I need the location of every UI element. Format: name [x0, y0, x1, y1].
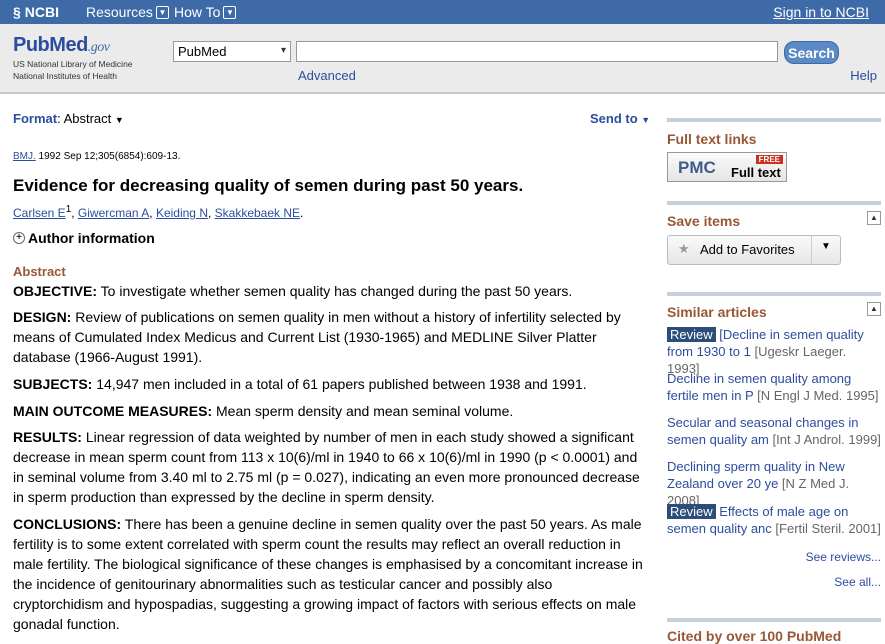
- logo-med: Med: [49, 34, 88, 56]
- see-reviews-link[interactable]: See reviews...: [806, 550, 881, 564]
- collapse-icon[interactable]: ▲: [867, 211, 881, 225]
- button-divider: [811, 236, 812, 264]
- section-text: Review of publications on semen quality …: [13, 309, 621, 365]
- pmc-full-text-button[interactable]: PMC FREE Full text: [667, 152, 787, 182]
- cited-by-title: Cited by over 100 PubMed: [667, 628, 842, 644]
- logo-pub: Pub: [13, 34, 50, 56]
- help-link[interactable]: Help: [850, 68, 877, 83]
- add-to-favorites-button[interactable]: ★ Add to Favorites ▼: [667, 235, 841, 265]
- resources-label: Resources: [86, 4, 153, 20]
- author-link[interactable]: Carlsen E: [13, 206, 66, 220]
- section-label: CONCLUSIONS:: [13, 516, 122, 532]
- section-text: 14,947 men included in a total of 61 pap…: [92, 376, 587, 392]
- similar-article-item[interactable]: Declining sperm quality in New Zealand o…: [667, 458, 881, 509]
- add-to-favorites-label: Add to Favorites: [700, 242, 795, 257]
- ncbi-helix-icon: §: [13, 4, 21, 20]
- see-all-link[interactable]: See all...: [834, 575, 881, 589]
- chevron-down-icon: ▼: [114, 115, 124, 125]
- similar-article-source: [Int J Androl. 1999]: [772, 432, 881, 447]
- full-text-links-title: Full text links: [667, 131, 757, 147]
- section-label: MAIN OUTCOME MEASURES:: [13, 403, 213, 419]
- resources-menu[interactable]: Resources ▼: [86, 4, 169, 20]
- howto-label: How To: [174, 4, 221, 20]
- section-label: OBJECTIVE:: [13, 283, 98, 299]
- format-label: Format: [13, 111, 58, 126]
- section-label: RESULTS:: [13, 429, 82, 445]
- author-link[interactable]: Skakkebaek NE: [215, 206, 300, 220]
- search-input[interactable]: [296, 41, 778, 62]
- format-value: Abstract: [63, 111, 112, 126]
- section-text: Mean sperm density and mean seminal volu…: [212, 403, 514, 419]
- chevron-down-icon: ▾: [280, 45, 286, 56]
- similar-article-item[interactable]: Secular and seasonal changes in semen qu…: [667, 414, 881, 448]
- section-divider: [667, 618, 881, 622]
- section-text: There has been a genuine decline in seme…: [13, 516, 643, 632]
- author-list: Carlsen E1, Giwercman A, Keiding N, Skak…: [13, 204, 304, 220]
- author-link[interactable]: Keiding N: [156, 206, 208, 220]
- save-items-title: Save items: [667, 213, 741, 229]
- sign-in-link[interactable]: Sign in to NCBI: [773, 4, 869, 20]
- collapse-icon[interactable]: ▲: [867, 302, 881, 316]
- free-badge: FREE: [755, 155, 783, 164]
- logo-subtitle-nih: National Institutes of Health: [13, 71, 117, 81]
- chevron-down-icon: ▼: [155, 5, 169, 19]
- similar-article-source: [Fertil Steril. 2001]: [775, 521, 881, 536]
- format-selector[interactable]: Format: Abstract ▼: [13, 111, 124, 126]
- abstract-section: RESULTS: Linear regression of data weigh…: [13, 427, 645, 507]
- section-text: Linear regression of data weighted by nu…: [13, 429, 640, 505]
- send-to-menu[interactable]: Send to ▼: [590, 111, 650, 126]
- abstract-heading: Abstract: [13, 264, 66, 279]
- search-button[interactable]: Search: [784, 41, 839, 64]
- author-link[interactable]: Giwercman A: [78, 206, 149, 220]
- save-items-section: Save items ▲: [667, 201, 881, 229]
- section-divider: [667, 118, 881, 122]
- full-text-links-section: Full text links: [667, 118, 881, 147]
- abstract-section: MAIN OUTCOME MEASURES: Mean sperm densit…: [13, 401, 645, 421]
- advanced-search-link[interactable]: Advanced: [298, 68, 356, 83]
- chevron-down-icon[interactable]: ▼: [821, 241, 831, 252]
- howto-menu[interactable]: How To ▼: [174, 4, 237, 20]
- similar-articles-title: Similar articles: [667, 304, 767, 320]
- citation-details: 1992 Sep 12;305(6854):609-13.: [35, 151, 181, 162]
- similar-article-source: [N Engl J Med. 1995]: [757, 388, 879, 403]
- chevron-down-icon: ▼: [223, 5, 237, 19]
- search-band: PubMed.gov US National Library of Medici…: [0, 24, 885, 94]
- send-to-label: Send to: [590, 111, 638, 126]
- section-divider: [667, 292, 881, 296]
- cited-by-section: Cited by over 100 PubMed: [667, 618, 881, 644]
- author-information-label: Author information: [28, 230, 155, 246]
- author-affiliation-sup: 1: [65, 204, 72, 215]
- pmc-logo: PMC: [678, 158, 716, 177]
- review-badge: Review: [667, 504, 716, 519]
- star-icon: ★: [678, 241, 690, 256]
- similar-articles-section: Similar articles ▲: [667, 292, 881, 320]
- section-divider: [667, 201, 881, 205]
- similar-article-item[interactable]: Decline in semen quality among fertile m…: [667, 370, 881, 404]
- abstract-section: OBJECTIVE: To investigate whether semen …: [13, 281, 645, 301]
- ncbi-logo[interactable]: § NCBI: [13, 4, 59, 20]
- pmc-full-text-label: Full text: [731, 165, 781, 180]
- database-select[interactable]: PubMed ▾: [173, 41, 291, 62]
- section-label: SUBJECTS:: [13, 376, 93, 392]
- abstract-section: CONCLUSIONS: There has been a genuine de…: [13, 514, 645, 634]
- database-value: PubMed: [178, 44, 227, 59]
- author-information-toggle[interactable]: + Author information: [13, 230, 155, 246]
- chevron-down-icon: ▼: [641, 115, 651, 125]
- ncbi-top-bar: § NCBI Resources ▼ How To ▼ Sign in to N…: [0, 0, 885, 24]
- pubmed-logo[interactable]: PubMed.gov US National Library of Medici…: [13, 34, 133, 81]
- ncbi-label: NCBI: [24, 4, 60, 20]
- article-title: Evidence for decreasing quality of semen…: [13, 176, 524, 195]
- citation: BMJ. 1992 Sep 12;305(6854):609-13.: [13, 151, 180, 162]
- plus-circle-icon: +: [13, 232, 25, 244]
- logo-subtitle-nlm: US National Library of Medicine: [13, 59, 133, 69]
- journal-link[interactable]: BMJ.: [13, 151, 36, 162]
- review-badge: Review: [667, 327, 716, 342]
- section-label: DESIGN:: [13, 309, 72, 325]
- similar-article-item[interactable]: Review Effects of male age on semen qual…: [667, 503, 881, 537]
- abstract-section: DESIGN: Review of publications on semen …: [13, 307, 645, 367]
- abstract-section: SUBJECTS: 14,947 men included in a total…: [13, 374, 645, 394]
- logo-gov: .gov: [87, 40, 110, 55]
- section-text: To investigate whether semen quality has…: [97, 283, 573, 299]
